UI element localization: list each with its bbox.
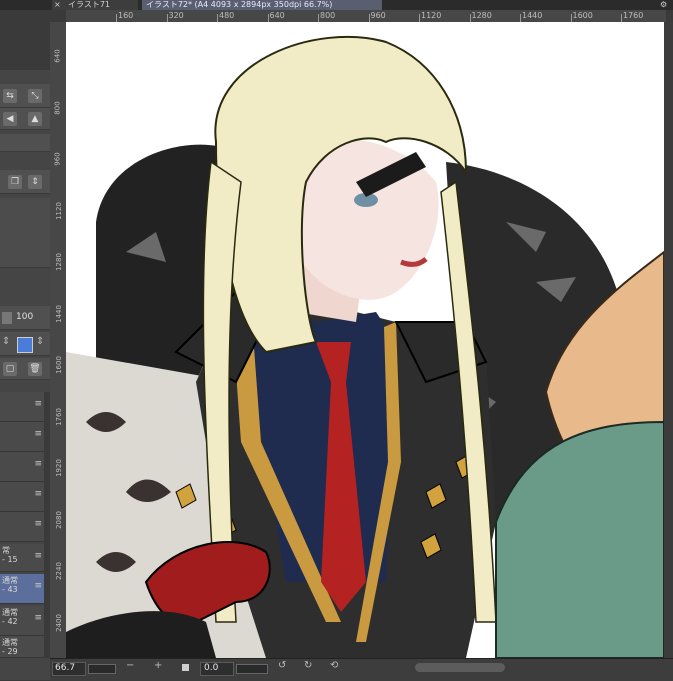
canvas[interactable] [66,22,664,658]
ruler-tick-label: 1440 [54,304,63,323]
ruler-tick [368,14,370,22]
rotation-slider[interactable] [236,664,268,674]
panel-blank [0,198,50,268]
ruler-tick [267,14,269,22]
ruler-tick [469,14,471,22]
navigator-bar [50,658,673,681]
mirror-horizontal-icon[interactable]: ◀ [3,112,17,126]
stepper-icon[interactable]: ⇕ [36,336,44,347]
ruler-tick [621,14,622,22]
blend-row: ⇕ ⇕ [0,332,50,356]
layer-row[interactable]: 通常 - 29 [0,636,44,658]
vertical-scrollbar[interactable] [664,22,673,658]
rotation-field[interactable]: 0.0 [200,662,234,676]
ruler-tick [217,14,218,22]
ruler-tick-label: 2080 [54,510,63,529]
menu-icon[interactable]: ≡ [34,459,42,469]
tab-document-71[interactable]: × イラスト71 [52,0,138,10]
layer-row-selected[interactable]: 通常 - 43 ≡ [0,574,44,604]
menu-icon[interactable]: ≡ [34,429,42,439]
panel-header [0,10,50,70]
illustration [66,35,664,658]
ruler-tick-label: 960 [370,11,386,20]
opacity-slider[interactable] [2,312,12,324]
resize-icon[interactable]: ⤡ [28,89,42,103]
ruler-tick [570,14,572,22]
layer-row[interactable]: ≡ [0,452,44,482]
layer-row[interactable]: 通常 - 42 ≡ [0,606,44,636]
panel-row-a [0,134,50,152]
ruler-tick-label: 480 [219,11,235,20]
layer-row[interactable]: ≡ [0,512,44,542]
rotate-left-icon[interactable]: ↺ [278,660,286,671]
ruler-tick-label: 2400 [54,613,63,632]
ruler-tick-label: 1280 [54,253,63,271]
tab-document-72[interactable]: イラスト72* (A4 4093 x 2894px 350dpi 66.7%) [142,0,382,10]
reset-icon[interactable]: ⟲ [330,660,338,671]
minus-icon[interactable]: − [126,660,134,671]
menu-icon[interactable]: ≡ [34,551,42,561]
fit-icon[interactable] [182,664,189,671]
rotate-right-icon[interactable]: ↻ [304,660,312,671]
ruler-tick-label: 800 [320,11,336,20]
layer-opacity: - 15 [2,555,18,564]
copy-layer-icon[interactable]: ❐ [8,175,22,189]
layer-row[interactable]: ≡ [0,392,44,422]
layer-row[interactable]: ≡ [0,482,44,512]
menu-icon[interactable]: ≡ [34,613,42,623]
ruler-tick-label: 1600 [54,356,63,374]
menu-icon[interactable]: ≡ [34,399,42,409]
ruler-tick-label: 2240 [54,562,63,580]
ruler-tick-label: 1120 [421,11,442,20]
ruler-tick-label: 800 [54,100,62,115]
ruler-tick-label: 640 [269,11,285,20]
ruler-tick-label: 1120 [54,201,63,220]
ruler-tick-label: 320 [168,11,184,20]
menu-icon[interactable]: ≡ [34,489,42,499]
color-swatch[interactable] [17,337,33,353]
flip-icon[interactable]: ⇆ [3,89,17,103]
menu-icon[interactable]: ≡ [34,519,42,529]
transform-row: ⇆ ⤡ [0,84,50,108]
rotation-value: 0.0 [204,663,219,673]
mirror-row: ◀ ▲ [0,108,50,130]
layer-opacity: - 29 [2,647,18,656]
ruler-tick-label: 160 [118,11,134,20]
stepper-icon[interactable]: ⇕ [2,336,10,347]
horizontal-scrollbar[interactable] [415,663,505,672]
ruler-tick-label: 1760 [54,407,63,426]
trash-icon[interactable]: 🗑 [28,362,42,376]
ruler-tick-label: 1280 [471,11,492,20]
zoom-field[interactable]: 66.7 [52,662,86,676]
ruler-tick [318,14,319,22]
stepper-icon[interactable]: ⇕ [28,175,42,189]
plus-icon[interactable]: + [154,660,162,671]
ruler-tick [419,14,420,22]
layer-row[interactable]: ≡ [0,422,44,452]
zoom-value: 66.7 [55,663,76,673]
layer-row[interactable]: 常 - 15 ≡ [0,544,44,572]
ruler-tick-label: 640 [54,49,62,63]
ruler-tick [116,14,117,22]
ruler-tick [166,14,168,22]
opacity-row: 100 [0,306,50,330]
layer-opacity: - 43 [2,585,18,594]
ruler-tick-label: 1600 [572,11,593,20]
close-icon[interactable]: × [54,0,61,10]
opacity-value: 100 [16,312,34,322]
ruler-tick-label: 1920 [54,459,63,477]
zoom-slider[interactable] [88,664,116,674]
ruler-tick [520,14,521,22]
layer-actions-row: ▢ 🗑 [0,358,50,380]
layer-tools-row: ❐ ⇕ [0,170,50,194]
new-layer-icon[interactable]: ▢ [3,362,17,376]
gear-icon[interactable]: ⚙ [660,0,673,10]
menu-icon[interactable]: ≡ [34,581,42,591]
mirror-vertical-icon[interactable]: ▲ [28,112,42,126]
ruler-tick-label: 1760 [623,11,644,20]
layer-opacity: - 42 [2,617,18,626]
ruler-tick-label: 1440 [522,11,543,20]
ruler-tick-label: 960 [54,152,62,166]
